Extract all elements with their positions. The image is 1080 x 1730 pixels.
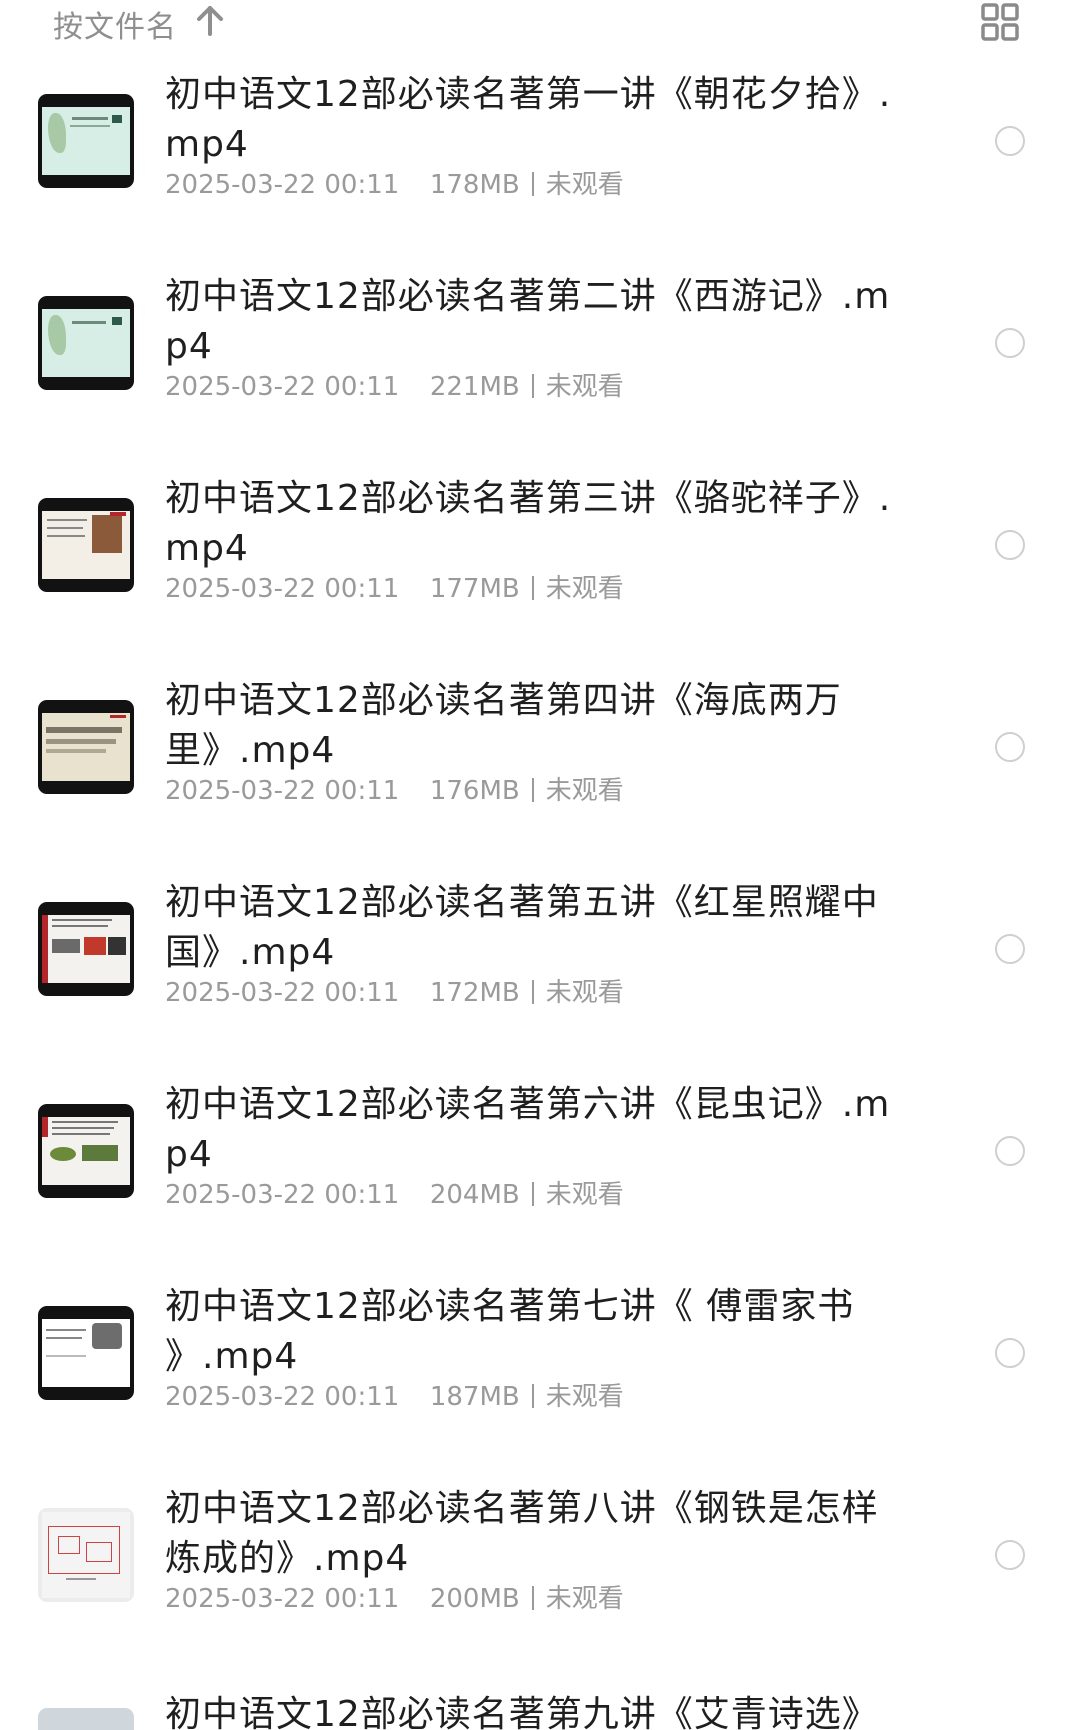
file-meta: 2025-03-22 00:11 200MB 未观看: [165, 1578, 624, 1615]
file-size: 221MB: [429, 372, 520, 402]
watch-status: 未观看: [545, 1382, 624, 1412]
file-size: 204MB: [429, 1180, 520, 1210]
video-thumbnail: [38, 498, 134, 592]
select-radio[interactable]: [995, 1136, 1025, 1166]
divider: [531, 778, 534, 802]
file-date: 2025-03-22 00:11: [165, 372, 400, 402]
file-size: 200MB: [429, 1584, 520, 1614]
file-meta: 2025-03-22 00:11 187MB 未观看: [165, 1376, 624, 1413]
file-size: 178MB: [429, 170, 520, 200]
watch-status: 未观看: [545, 1180, 624, 1210]
file-row[interactable]: 初中语文12部必读名著第六讲《昆虫记》.mp4 2025-03-22 00:11…: [0, 1070, 1080, 1272]
video-thumbnail: [38, 296, 134, 390]
file-list: 初中语文12部必读名著第一讲《朝花夕拾》.mp4 2025-03-22 00:1…: [0, 0, 1080, 1723]
file-meta: 2025-03-22 00:11 176MB 未观看: [165, 770, 624, 807]
file-meta: 2025-03-22 00:11 204MB 未观看: [165, 1174, 624, 1211]
file-row[interactable]: 初中语文12部必读名著第三讲《骆驼祥子》.mp4 2025-03-22 00:1…: [0, 464, 1080, 666]
watch-status: 未观看: [545, 372, 624, 402]
file-size: 176MB: [429, 776, 520, 806]
file-name: 初中语文12部必读名著第五讲《红星照耀中国》.mp4: [165, 882, 879, 973]
file-date: 2025-03-22 00:11: [165, 1382, 400, 1412]
file-date: 2025-03-22 00:11: [165, 978, 400, 1008]
watch-status: 未观看: [545, 978, 624, 1008]
video-thumbnail: [38, 1508, 134, 1602]
file-name: 初中语文12部必读名著第三讲《骆驼祥子》.mp4: [165, 478, 892, 569]
divider: [531, 374, 534, 398]
select-radio[interactable]: [995, 1540, 1025, 1570]
watch-status: 未观看: [545, 170, 624, 200]
file-row[interactable]: 初中语文12部必读名著第四讲《海底两万里》.mp4 2025-03-22 00:…: [0, 666, 1080, 868]
select-radio[interactable]: [995, 328, 1025, 358]
file-name: 初中语文12部必读名著第一讲《朝花夕拾》.mp4: [165, 74, 892, 165]
video-thumbnail: [38, 1306, 134, 1400]
watch-status: 未观看: [545, 574, 624, 604]
select-radio[interactable]: [995, 530, 1025, 560]
file-row[interactable]: 初中语文12部必读名著第二讲《西游记》.mp4 2025-03-22 00:11…: [0, 262, 1080, 464]
video-thumbnail: [38, 700, 134, 794]
divider: [531, 576, 534, 600]
file-meta: 2025-03-22 00:11 177MB 未观看: [165, 568, 624, 605]
file-name: 初中语文12部必读名著第六讲《昆虫记》.mp4: [165, 1084, 891, 1175]
video-thumbnail: [38, 94, 134, 188]
file-row[interactable]: 初中语文12部必读名著第七讲《 傅雷家书 》.mp4 2025-03-22 00…: [0, 1272, 1080, 1474]
file-size: 172MB: [429, 978, 520, 1008]
file-name: 初中语文12部必读名著第四讲《海底两万里》.mp4: [165, 680, 842, 771]
video-thumbnail: [38, 1708, 134, 1730]
select-radio[interactable]: [995, 934, 1025, 964]
file-date: 2025-03-22 00:11: [165, 170, 400, 200]
file-row[interactable]: 初中语文12部必读名著第一讲《朝花夕拾》.mp4 2025-03-22 00:1…: [0, 60, 1080, 262]
file-meta: 2025-03-22 00:11 178MB 未观看: [165, 164, 624, 201]
file-size: 177MB: [429, 574, 520, 604]
file-size: 187MB: [429, 1382, 520, 1412]
video-thumbnail: [38, 902, 134, 996]
watch-status: 未观看: [545, 776, 624, 806]
divider: [531, 1586, 534, 1610]
divider: [531, 172, 534, 196]
file-row-partial[interactable]: 初中语文12部必读名著第九讲《艾青诗选》: [0, 1690, 1080, 1730]
file-date: 2025-03-22 00:11: [165, 1180, 400, 1210]
file-meta: 2025-03-22 00:11 172MB 未观看: [165, 972, 624, 1009]
file-row[interactable]: 初中语文12部必读名著第八讲《钢铁是怎样炼成的》.mp4 2025-03-22 …: [0, 1474, 1080, 1676]
file-meta: 2025-03-22 00:11 221MB 未观看: [165, 366, 624, 403]
file-name: 初中语文12部必读名著第九讲《艾青诗选》: [165, 1694, 879, 1730]
divider: [531, 980, 534, 1004]
divider: [531, 1384, 534, 1408]
video-thumbnail: [38, 1104, 134, 1198]
file-name: 初中语文12部必读名著第二讲《西游记》.mp4: [165, 276, 891, 367]
file-date: 2025-03-22 00:11: [165, 1584, 400, 1614]
file-name: 初中语文12部必读名著第七讲《 傅雷家书 》.mp4: [165, 1286, 855, 1377]
watch-status: 未观看: [545, 1584, 624, 1614]
file-row[interactable]: 初中语文12部必读名著第五讲《红星照耀中国》.mp4 2025-03-22 00…: [0, 868, 1080, 1070]
select-radio[interactable]: [995, 1338, 1025, 1368]
file-date: 2025-03-22 00:11: [165, 574, 400, 604]
divider: [531, 1182, 534, 1206]
file-date: 2025-03-22 00:11: [165, 776, 400, 806]
file-name: 初中语文12部必读名著第八讲《钢铁是怎样炼成的》.mp4: [165, 1488, 879, 1579]
select-radio[interactable]: [995, 126, 1025, 156]
select-radio[interactable]: [995, 732, 1025, 762]
